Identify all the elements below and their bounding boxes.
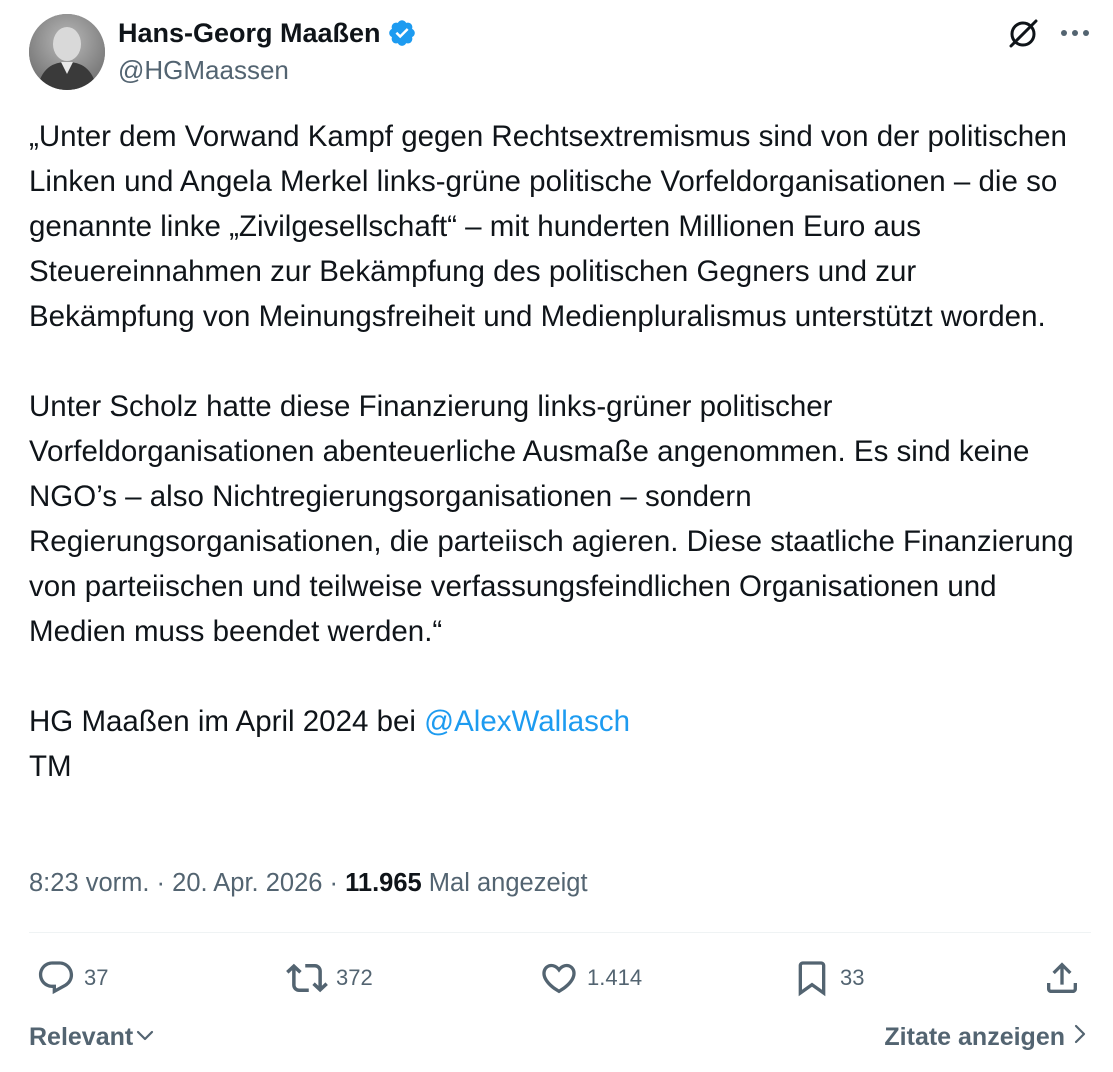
share-icon	[1042, 958, 1082, 998]
tweet-date[interactable]: 20. Apr. 2026	[172, 869, 322, 897]
quotes-label: Zitate anzeigen	[884, 1023, 1065, 1051]
tweet-time[interactable]: 8:23 vorm.	[29, 869, 149, 897]
like-count: 1.414	[587, 965, 643, 990]
tweet-text: „Unter dem Vorwand Kampf gegen Rechtsext…	[29, 114, 1089, 789]
signature: TM	[29, 750, 72, 783]
avatar[interactable]	[29, 14, 105, 90]
share-button[interactable]	[1042, 956, 1082, 1000]
repost-button[interactable]: 372	[286, 956, 373, 1000]
tweet-paragraph-1: „Unter dem Vorwand Kampf gegen Rechtsext…	[29, 120, 1067, 333]
repost-count: 372	[336, 965, 373, 990]
author-name-row[interactable]: Hans-Georg Maaßen	[118, 16, 417, 50]
meta-separator-2: ·	[322, 869, 346, 897]
reply-button[interactable]: 37	[36, 956, 108, 1000]
tweet-attribution: HG Maaßen im April 2024 bei @AlexWallasc…	[29, 699, 1089, 789]
views-count: 11.965	[345, 869, 422, 897]
views-label: Mal angezeigt	[421, 869, 588, 897]
repost-icon	[286, 957, 328, 999]
author-name[interactable]: Hans-Georg Maaßen	[118, 16, 381, 50]
grok-icon[interactable]	[1004, 14, 1042, 52]
chevron-down-icon	[135, 1020, 155, 1054]
meta-separator: ·	[149, 869, 173, 897]
reply-count: 37	[84, 965, 109, 990]
reply-icon	[36, 958, 76, 998]
more-icon[interactable]	[1056, 14, 1094, 52]
mention-link[interactable]: @AlexWallasch	[424, 705, 630, 738]
show-quotes-link[interactable]: Zitate anzeigen	[884, 1020, 1087, 1054]
tweet-paragraph-2: Unter Scholz hatte diese Finanzierung li…	[29, 390, 1074, 648]
bookmark-icon	[792, 958, 832, 998]
verified-badge-icon[interactable]	[387, 18, 417, 48]
bookmark-count: 33	[840, 965, 865, 990]
author-handle[interactable]: @HGMaassen	[118, 54, 289, 86]
attribution-text: HG Maaßen im April 2024 bei	[29, 705, 425, 738]
sort-label: Relevant	[29, 1023, 134, 1051]
chevron-right-icon	[1073, 1020, 1087, 1054]
bookmark-button[interactable]: 33	[792, 956, 864, 1000]
heart-icon	[539, 958, 579, 998]
tweet-meta: 8:23 vorm. · 20. Apr. 2026 · 11.965 Mal …	[29, 866, 588, 900]
divider	[29, 932, 1091, 933]
sort-dropdown[interactable]: Relevant	[29, 1020, 155, 1054]
like-button[interactable]: 1.414	[539, 956, 642, 1000]
